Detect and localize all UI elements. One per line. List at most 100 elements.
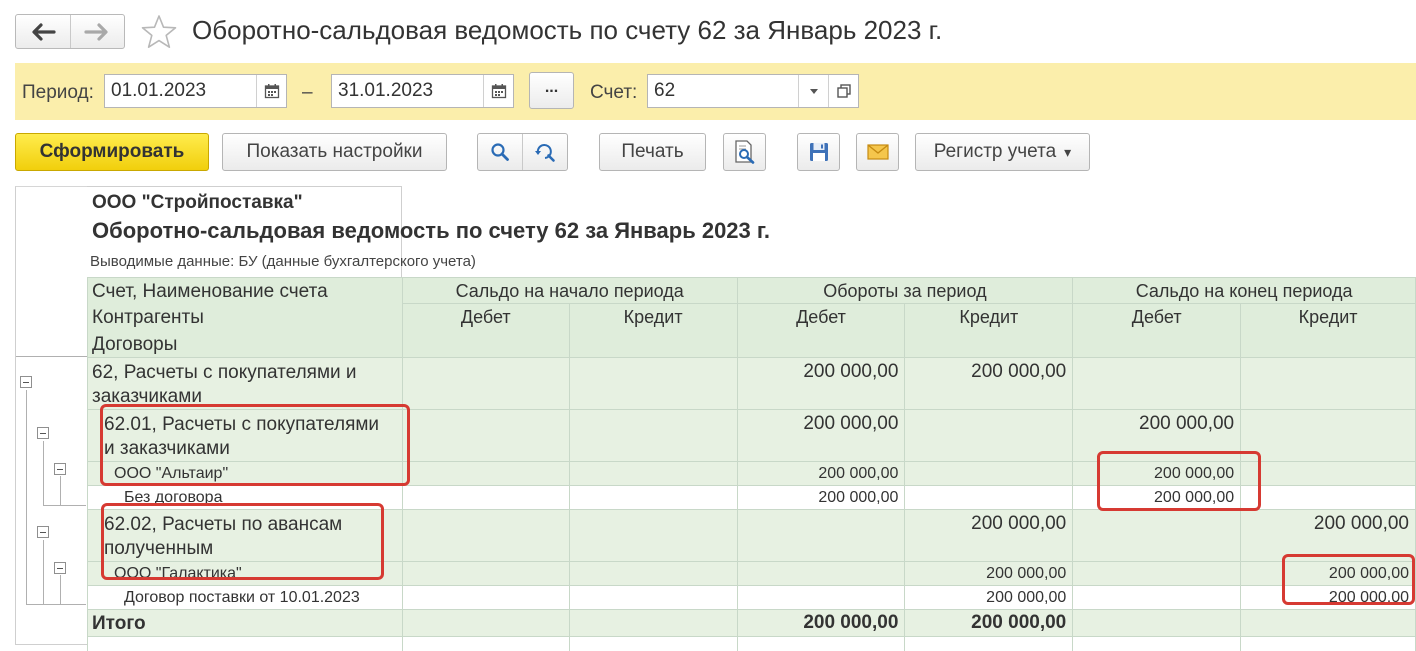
header-row: Контрагенты Дебет Кредит Дебет Кредит Де… bbox=[87, 303, 1416, 358]
search-button-group bbox=[477, 133, 568, 171]
row-start-credit bbox=[568, 461, 738, 486]
collapse-group-62[interactable] bbox=[20, 376, 32, 388]
report-area: ООО "Стройпоставка" Оборотно-сальдовая в… bbox=[15, 186, 1416, 651]
envelope-icon bbox=[866, 144, 889, 160]
search-button[interactable] bbox=[478, 134, 522, 170]
open-window-icon bbox=[836, 84, 851, 98]
floppy-disk-icon bbox=[809, 143, 828, 161]
date-from-calendar-button[interactable] bbox=[256, 75, 286, 107]
header-counterparty: Контрагенты bbox=[87, 303, 403, 331]
date-to-value: 31.01.2023 bbox=[338, 80, 434, 101]
report-company: ООО "Стройпоставка" bbox=[92, 192, 303, 213]
calendar-icon bbox=[264, 84, 279, 99]
outline-line bbox=[60, 476, 61, 506]
account-select[interactable]: 62 bbox=[647, 74, 859, 108]
row-end-credit bbox=[1240, 485, 1416, 510]
search-refresh-icon bbox=[535, 144, 555, 162]
header-account: Счет, Наименование счета bbox=[87, 277, 403, 304]
row-turnover-debit: 200 000,00 bbox=[736, 461, 906, 486]
period-dash: – bbox=[302, 82, 313, 103]
outline-line bbox=[26, 390, 27, 605]
outline-line bbox=[26, 604, 86, 605]
row-end-credit bbox=[1240, 409, 1416, 462]
header-border bbox=[87, 186, 402, 187]
empty-row bbox=[87, 636, 1416, 651]
calendar-icon bbox=[491, 84, 506, 99]
outline-divider bbox=[16, 356, 87, 357]
row-turnover-credit bbox=[904, 461, 1074, 486]
row-name: 62, Расчеты с покупателями и заказчиками bbox=[87, 357, 403, 410]
report-output-note: Выводимые данные: БУ (данные бухгалтерск… bbox=[90, 253, 476, 270]
row-turnover-debit bbox=[736, 561, 906, 586]
row-start-debit bbox=[401, 585, 570, 610]
header-turnover-debit: Дебет bbox=[736, 303, 906, 358]
arrow-left-icon bbox=[32, 22, 56, 41]
total-label: Итого bbox=[87, 609, 403, 637]
account-open-button[interactable] bbox=[828, 75, 858, 107]
row-end-credit bbox=[1240, 357, 1416, 410]
accounting-register-button[interactable]: Регистр учета ▾ bbox=[915, 133, 1090, 171]
header-contract: Договоры bbox=[87, 330, 403, 358]
collapse-group-altair[interactable] bbox=[54, 463, 66, 475]
row-turnover-debit: 200 000,00 bbox=[736, 485, 906, 510]
send-email-button[interactable] bbox=[856, 133, 899, 171]
highlight-62-02 bbox=[101, 503, 384, 580]
collapse-group-galaktika[interactable] bbox=[54, 562, 66, 574]
print-button[interactable]: Печать bbox=[599, 133, 706, 171]
header-end-debit: Дебет bbox=[1072, 303, 1242, 358]
highlight-62-01 bbox=[100, 404, 410, 486]
star-icon bbox=[141, 15, 177, 49]
account-dropdown-button[interactable] bbox=[798, 75, 828, 107]
header-row: Счет, Наименование счета Сальдо на начал… bbox=[87, 277, 1416, 304]
table-row[interactable]: 62, Расчеты с покупателями и заказчиками… bbox=[87, 357, 1416, 410]
row-turnover-debit: 200 000,00 bbox=[736, 357, 906, 410]
page-title: Оборотно-сальдовая ведомость по счету 62… bbox=[192, 15, 943, 45]
row-turnover-debit: 200 000,00 bbox=[736, 409, 906, 462]
row-start-debit bbox=[401, 461, 570, 486]
total-start-credit bbox=[568, 609, 738, 637]
show-settings-button[interactable]: Показать настройки bbox=[222, 133, 447, 171]
navigation-buttons bbox=[15, 14, 125, 49]
row-turnover-debit bbox=[736, 509, 906, 562]
row-end-debit bbox=[1072, 509, 1242, 562]
back-button[interactable] bbox=[16, 15, 70, 48]
collapse-group-62-02[interactable] bbox=[37, 526, 49, 538]
row-start-debit bbox=[401, 485, 570, 510]
row-end-debit bbox=[1072, 561, 1242, 586]
row-turnover-credit: 200 000,00 bbox=[904, 561, 1074, 586]
total-row: Итого 200 000,00 200 000,00 bbox=[87, 609, 1416, 637]
save-button[interactable] bbox=[797, 133, 840, 171]
row-start-debit bbox=[401, 561, 570, 586]
total-turnover-debit: 200 000,00 bbox=[736, 609, 906, 637]
choose-period-button[interactable]: ... bbox=[529, 72, 574, 109]
total-end-debit bbox=[1072, 609, 1242, 637]
print-preview-button[interactable] bbox=[723, 133, 766, 171]
row-start-credit bbox=[568, 509, 738, 562]
outline-line bbox=[43, 441, 44, 506]
header-turnover-credit: Кредит bbox=[904, 303, 1074, 358]
header-start-debit: Дебет bbox=[401, 303, 570, 358]
row-end-debit bbox=[1072, 585, 1242, 610]
period-label: Период: bbox=[22, 82, 94, 103]
account-label: Счет: bbox=[590, 82, 638, 103]
forward-button[interactable] bbox=[69, 15, 125, 48]
generate-report-button[interactable]: Сформировать bbox=[15, 133, 209, 171]
collapse-group-62-01[interactable] bbox=[37, 427, 49, 439]
row-turnover-credit: 200 000,00 bbox=[904, 357, 1074, 410]
date-to-calendar-button[interactable] bbox=[483, 75, 513, 107]
row-start-credit bbox=[568, 357, 738, 410]
table-row[interactable]: Договор поставки от 10.01.2023 200 000,0… bbox=[87, 585, 1416, 610]
chevron-down-icon: ▾ bbox=[1064, 143, 1072, 160]
date-from-field[interactable]: 01.01.2023 bbox=[104, 74, 287, 108]
row-turnover-credit: 200 000,00 bbox=[904, 585, 1074, 610]
search-refresh-button[interactable] bbox=[522, 134, 567, 170]
highlight-altair-end-debit bbox=[1097, 451, 1261, 511]
favorite-button[interactable] bbox=[140, 13, 178, 51]
search-icon bbox=[491, 143, 509, 161]
header-group-end: Сальдо на конец периода bbox=[1072, 277, 1416, 304]
total-end-credit bbox=[1240, 609, 1416, 637]
row-turnover-credit bbox=[904, 409, 1074, 462]
header-start-credit: Кредит bbox=[568, 303, 738, 358]
row-start-credit bbox=[568, 485, 738, 510]
date-to-field[interactable]: 31.01.2023 bbox=[331, 74, 514, 108]
